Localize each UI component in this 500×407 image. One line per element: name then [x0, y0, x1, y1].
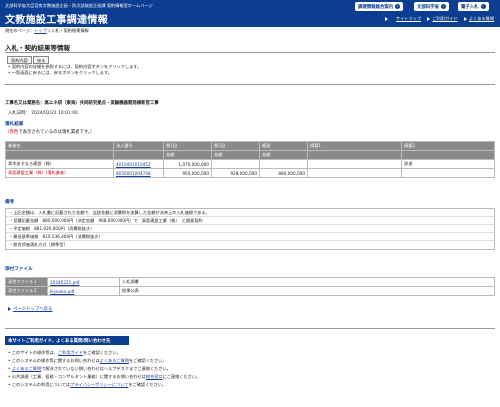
corp-number-link[interactable]: 4010401010452: [116, 162, 151, 167]
breadcrumb: 現在のページ：トップ＞入札・契約結果情報: [5, 28, 89, 33]
footer-list: このサイトの操作等は、ご利用ガイドをご確認ください。 このシステムの操作等に関す…: [8, 349, 200, 389]
arrow-icon: ›: [440, 4, 446, 9]
project-name: 工事名又は業務名：高エネ研（東海）共同研究拠点・実験機器開発棟新営工事: [5, 101, 159, 106]
site-title[interactable]: 文教施設工事調達情報: [5, 11, 108, 26]
page-title: 入札・契約結果等情報: [5, 44, 70, 52]
header-button-e-bid[interactable]: 電子入札 ›: [458, 2, 489, 11]
privacy-link[interactable]: プライバシーポリシーについて: [70, 382, 128, 387]
list-item: このシステムの操作等に関するお問い合わせはよくあるご質問をご確認ください。: [8, 357, 200, 365]
list-item: このシステムの利用についてはプライバシーポリシーについてをご確認ください。: [8, 381, 200, 389]
org-line: 文部科学省大臣官房文教施設企画・防災部施設企画課 契約情報室ホームページ: [5, 3, 153, 8]
list-item: このサイトの操作等は、ご利用ガイドをご確認ください。: [8, 349, 200, 357]
result-table: 業者名 法人番号 第1回 第2回 随契 摘要1 摘要2 金額 金額 金額 青木あ…: [5, 141, 495, 178]
arrow-icon: ›: [480, 4, 486, 9]
footer-heading: 本サイトご利用ガイド、よくある質問/問い合わせ先: [5, 336, 129, 345]
table-row: 東亜建設工業（株）(落札業者) 8050001004748 950,000,00…: [5, 168, 495, 178]
divider: [5, 84, 495, 85]
result-heading: 落札結果: [5, 122, 24, 127]
arrow-icon: [384, 17, 388, 21]
corp-number-link[interactable]: 8050001004748: [116, 171, 151, 176]
remarks-box: ・上記金額は、入札書に記載された金額で、当該金額に消費税を加算した金額が決済上の…: [5, 208, 495, 250]
attachments-table: 添付ファイル１ 20240221.pdf 入札調書 添付ファイル２ Ikyouk…: [5, 277, 495, 296]
winner-note: （赤色で表示されているのは落札業者です。）: [5, 130, 95, 135]
list-item: よくあるご質問で解決されていない問い合わせはヘルプデスクまでご連絡ください。: [8, 365, 200, 373]
divider: [5, 52, 495, 53]
header-button-mext[interactable]: 文部科学省 ›: [414, 2, 449, 11]
header-links: サイトマップ ご利用ガイド よくある質問: [384, 16, 494, 22]
list-item: 公共調達（工事、役務・コンサルタント業務）に関するお問い合わせは総合窓口にご連絡…: [8, 373, 200, 381]
back-button[interactable]: 戻る: [33, 56, 50, 64]
bid-date: 入札日時： 2024/02/21 10:01:00: [8, 111, 78, 116]
site-header: 文部科学省大臣官房文教施設企画・防災部施設企画課 契約情報室ホームページ 文教施…: [0, 0, 500, 27]
sitemap-link[interactable]: サイトマップ: [396, 16, 421, 21]
contact-link[interactable]: 総合窓口: [146, 374, 163, 379]
remarks-heading: 備考: [5, 200, 15, 205]
faq-link[interactable]: よくあるご質問: [12, 366, 41, 371]
contract-button[interactable]: 契約内容: [7, 56, 32, 64]
faq-link[interactable]: よくある質問: [469, 16, 494, 21]
attachments-heading: 添付ファイル: [5, 267, 33, 272]
arrow-icon: ›: [395, 4, 401, 9]
table-row: 添付ファイル１ 20240221.pdf 入札調書: [5, 277, 495, 287]
attachment-link[interactable]: Ikyouka.pdf: [50, 289, 74, 294]
page-top-link[interactable]: ページトップへ戻る: [13, 307, 52, 312]
page-top-link-wrap: ページトップへ戻る: [8, 306, 52, 312]
arrow-icon: [8, 306, 11, 311]
arrow-icon: [463, 17, 467, 21]
table-row: 添付ファイル２ Ikyouka.pdf 結果公表: [5, 286, 495, 296]
arrow-icon: [427, 17, 431, 21]
instructions: 契約内容の詳細を参照するには、契約内容ボタンをクリックします。 一覧画面に戻るに…: [8, 64, 141, 76]
divider: [5, 328, 495, 329]
breadcrumb-top-link[interactable]: トップ: [34, 28, 47, 33]
attachment-link[interactable]: 20240221.pdf: [50, 280, 79, 285]
guide-link[interactable]: ご利用ガイド: [58, 350, 83, 355]
faq-link[interactable]: よくあるご質問: [100, 358, 129, 363]
table-row: 青木あすなろ建設（株） 4010401010452 1,070,000,000 …: [5, 159, 495, 169]
guide-link[interactable]: ご利用ガイド: [432, 16, 457, 21]
header-button-guide[interactable]: 調達情報総合案内 ›: [355, 2, 404, 11]
